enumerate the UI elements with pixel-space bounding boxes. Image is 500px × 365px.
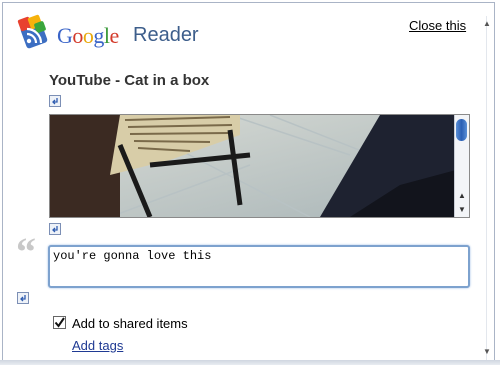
insert-arrow-icon[interactable]	[49, 223, 61, 235]
share-label[interactable]: Add to shared items	[72, 316, 188, 331]
dialog-scrollbar[interactable]: ▲ ▼	[480, 16, 494, 360]
chevron-up-icon[interactable]: ▲	[480, 16, 494, 30]
video-embed[interactable]: ▲ ▼	[49, 114, 470, 218]
checkmark-icon	[54, 317, 65, 328]
close-link[interactable]: Close this	[409, 18, 466, 33]
video-scrollbar[interactable]: ▲ ▼	[454, 115, 469, 217]
add-tags-link[interactable]: Add tags	[72, 338, 123, 353]
dialog-scroll-track[interactable]	[486, 16, 487, 360]
logo-reader-text: Reader	[133, 24, 199, 46]
insert-arrow-icon[interactable]	[49, 95, 61, 107]
quote-mark-icon: “	[16, 229, 36, 274]
video-thumbnail	[50, 115, 456, 217]
chevron-up-icon[interactable]: ▲	[455, 189, 469, 201]
chevron-down-icon[interactable]: ▼	[480, 344, 494, 358]
video-scroll-thumb[interactable]	[456, 119, 467, 141]
google-reader-feed-icon	[17, 14, 48, 49]
chevron-down-icon[interactable]: ▼	[455, 203, 469, 215]
share-checkbox[interactable]	[53, 316, 66, 329]
bottom-strip	[0, 360, 500, 365]
insert-arrow-icon[interactable]	[17, 292, 29, 304]
note-input[interactable]: you're gonna love this	[48, 245, 470, 288]
item-title: YouTube - Cat in a box	[49, 72, 210, 89]
logo-google-text: Google	[57, 23, 119, 48]
